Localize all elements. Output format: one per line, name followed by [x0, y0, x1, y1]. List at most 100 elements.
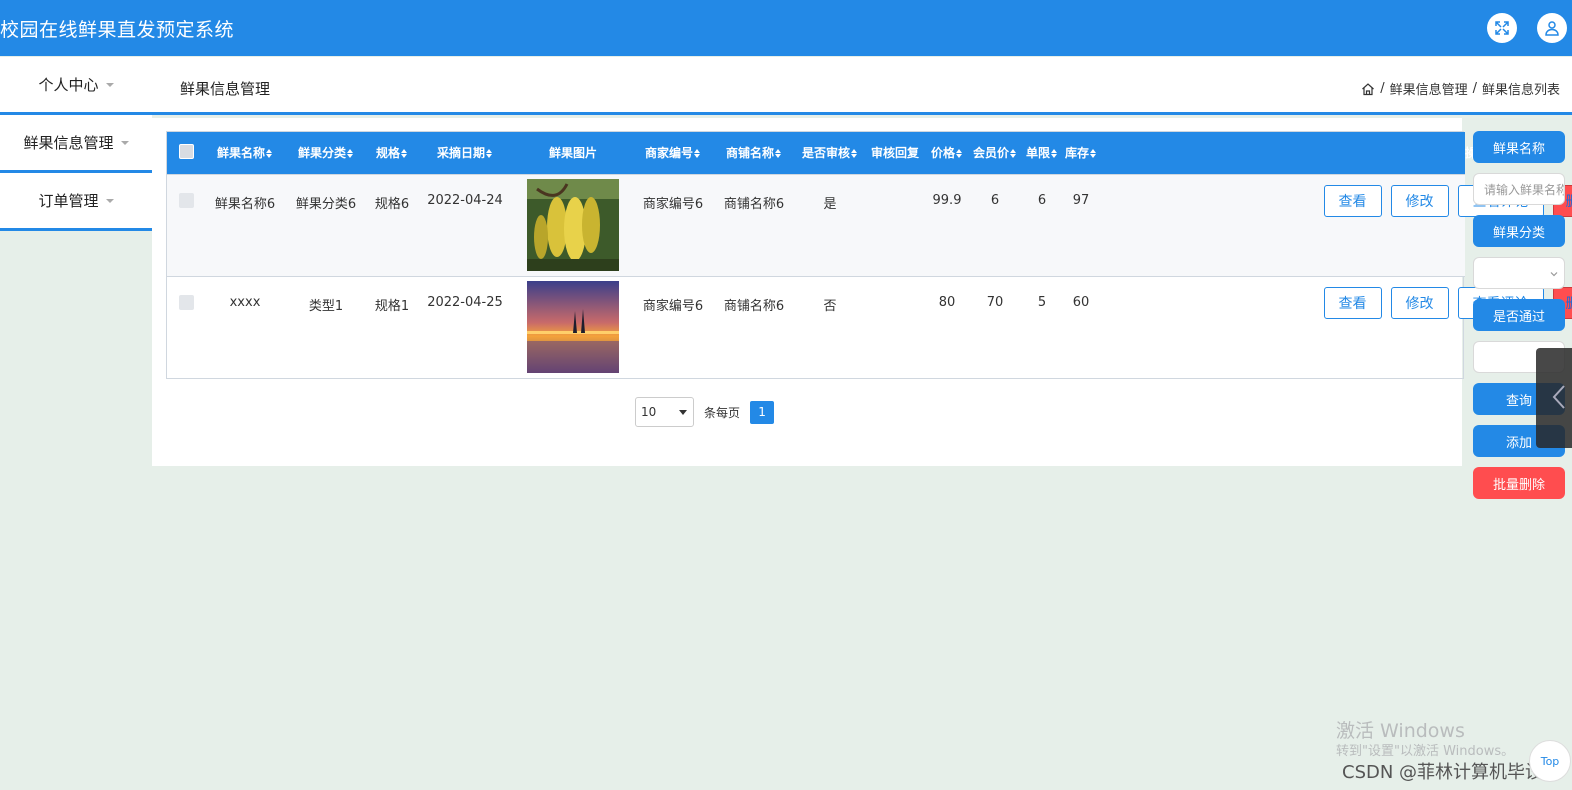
- sidebar: 个人中心 鲜果信息管理 订单管理: [0, 57, 152, 231]
- table-header-row: 鲜果名称 鲜果分类 规格 采摘日期 鲜果图片 商家编号 商铺名称 是否审核 审核…: [167, 132, 1489, 174]
- select-all-checkbox[interactable]: [178, 143, 194, 159]
- table-row: xxxx 类型1 规格1 2022-04-25 商家编号6 商铺名称6 否 80…: [167, 276, 1572, 378]
- cell-member-price: 70: [986, 294, 1004, 310]
- column-header[interactable]: 商铺名称: [713, 132, 795, 174]
- column-header[interactable]: 鲜果分类: [285, 132, 367, 174]
- per-page-label: 条每页: [704, 405, 741, 420]
- chevron-left-icon: [1552, 385, 1565, 409]
- cell-limit: 5: [1037, 294, 1047, 310]
- column-header: 鲜果图片: [548, 146, 597, 161]
- sidebar-item-label: 鲜果信息管理: [23, 134, 114, 152]
- approved-label-button[interactable]: 是否通过: [1473, 299, 1565, 331]
- column-header[interactable]: 是否审核: [795, 132, 865, 174]
- csdn-watermark: CSDN @菲林计算机毕设: [1342, 762, 1544, 783]
- cell-date: 2022-04-25: [427, 294, 503, 310]
- cell-shop-name: 商铺名称6: [723, 196, 785, 212]
- sidebar-item-fruit-info[interactable]: 鲜果信息管理: [0, 115, 152, 173]
- sidebar-item-label: 订单管理: [38, 192, 99, 210]
- edit-button[interactable]: 修改: [1390, 184, 1449, 217]
- cell-name: xxxx: [229, 294, 261, 310]
- row-checkbox[interactable]: [178, 294, 194, 310]
- cell-approved: 否: [823, 298, 837, 314]
- column-header[interactable]: 鲜果名称: [205, 132, 285, 174]
- sort-icon: [694, 149, 701, 159]
- back-to-top-button[interactable]: Top: [1529, 740, 1571, 782]
- fruit-name-label-button[interactable]: 鲜果名称: [1473, 131, 1565, 163]
- fruit-category-select[interactable]: [1473, 257, 1565, 289]
- cell-price: 80: [938, 294, 956, 310]
- data-table: 鲜果名称 鲜果分类 规格 采摘日期 鲜果图片 商家编号 商铺名称 是否审核 审核…: [166, 131, 1572, 379]
- view-button[interactable]: 查看: [1323, 184, 1382, 217]
- breadcrumb-item[interactable]: 鲜果信息管理: [1390, 79, 1468, 98]
- cell-reply: [865, 174, 925, 276]
- breadcrumb: / 鲜果信息管理 / 鲜果信息列表: [1361, 79, 1560, 98]
- cell-reply: [865, 276, 925, 378]
- cell-merchant-no: 商家编号6: [642, 298, 704, 314]
- home-icon[interactable]: [1361, 82, 1375, 96]
- cell-image: [513, 276, 633, 378]
- row-checkbox[interactable]: [178, 192, 194, 208]
- sort-icon: [1010, 149, 1017, 159]
- user-icon[interactable]: [1537, 13, 1567, 43]
- panel-collapse-tab[interactable]: [1536, 348, 1572, 448]
- page-title: 鲜果信息管理: [180, 80, 271, 98]
- cell-stock: 97: [1072, 192, 1090, 208]
- cell-shop-name: 商铺名称6: [723, 298, 785, 314]
- caret-down-icon: [120, 140, 129, 145]
- caret-down-icon: [105, 198, 114, 203]
- cell-image: [513, 174, 633, 276]
- sort-icon: [775, 149, 782, 159]
- column-header[interactable]: 采摘日期: [417, 132, 513, 174]
- column-header: 审核回复: [870, 146, 919, 161]
- fruit-category-label-button[interactable]: 鲜果分类: [1473, 215, 1565, 247]
- search-panel: 鲜果名称 请输入鲜果名称 鲜果分类 是否通过 查询 添加 批量删除: [1473, 131, 1565, 509]
- column-header[interactable]: 单限: [1021, 132, 1063, 174]
- windows-watermark-subtitle: 转到"设置"以激活 Windows。: [1336, 744, 1515, 759]
- cell-approved: 是: [823, 196, 837, 212]
- edit-button[interactable]: 修改: [1390, 286, 1449, 319]
- starfruit-image[interactable]: [527, 178, 619, 271]
- sidebar-item-label: 个人中心: [38, 76, 99, 94]
- column-header[interactable]: 商家编号: [633, 132, 713, 174]
- cell-spec: 规格1: [374, 298, 410, 314]
- column-header[interactable]: 库存: [1063, 132, 1099, 174]
- chevron-down-icon: [1550, 272, 1558, 277]
- sort-icon: [347, 149, 354, 159]
- breadcrumb-separator: /: [1380, 81, 1385, 96]
- sort-icon: [956, 149, 963, 159]
- sidebar-item-profile[interactable]: 个人中心: [0, 57, 152, 115]
- sort-icon: [266, 149, 273, 159]
- table-row: 鲜果名称6 鲜果分类6 规格6 2022-04-24 商家编号6 商铺名称6 是…: [167, 174, 1572, 276]
- sort-icon: [1051, 149, 1058, 159]
- chevron-down-icon: [679, 409, 687, 415]
- caret-down-icon: [105, 82, 114, 87]
- fruit-name-input[interactable]: 请输入鲜果名称: [1473, 173, 1565, 205]
- sidebar-item-orders[interactable]: 订单管理: [0, 173, 152, 231]
- breadcrumb-item: 鲜果信息列表: [1481, 83, 1560, 98]
- page-number-button[interactable]: 1: [750, 400, 775, 424]
- breadcrumb-separator: /: [1472, 81, 1477, 96]
- cell-merchant-no: 商家编号6: [642, 196, 704, 212]
- cell-spec: 规格6: [374, 196, 410, 212]
- column-header[interactable]: 规格: [367, 132, 417, 174]
- column-header[interactable]: 价格: [925, 132, 969, 174]
- sunset-image[interactable]: [527, 280, 619, 373]
- main-content: 鲜果名称 鲜果分类 规格 采摘日期 鲜果图片 商家编号 商铺名称 是否审核 审核…: [152, 118, 1572, 466]
- top-bar: 校园在线鲜果直发预定系统: [0, 0, 1572, 56]
- fullscreen-icon[interactable]: [1487, 13, 1517, 43]
- cell-category: 类型1: [308, 298, 344, 314]
- sort-icon: [486, 149, 493, 159]
- cell-member-price: 6: [990, 192, 1000, 208]
- column-header[interactable]: 会员价: [969, 132, 1021, 174]
- cell-price: 99.9: [932, 192, 962, 208]
- sort-icon: [1090, 149, 1097, 159]
- page-header: 鲜果信息管理 / 鲜果信息管理 / 鲜果信息列表: [152, 57, 1572, 115]
- pagination: 10 条每页 1: [635, 397, 775, 427]
- cell-name: 鲜果名称6: [214, 196, 276, 212]
- view-button[interactable]: 查看: [1323, 286, 1382, 319]
- batch-delete-button[interactable]: 批量删除: [1473, 467, 1565, 499]
- cell-limit: 6: [1037, 192, 1047, 208]
- app-title: 校园在线鲜果直发预定系统: [0, 19, 235, 41]
- page-size-select[interactable]: 10: [635, 397, 694, 427]
- cell-stock: 60: [1072, 294, 1090, 310]
